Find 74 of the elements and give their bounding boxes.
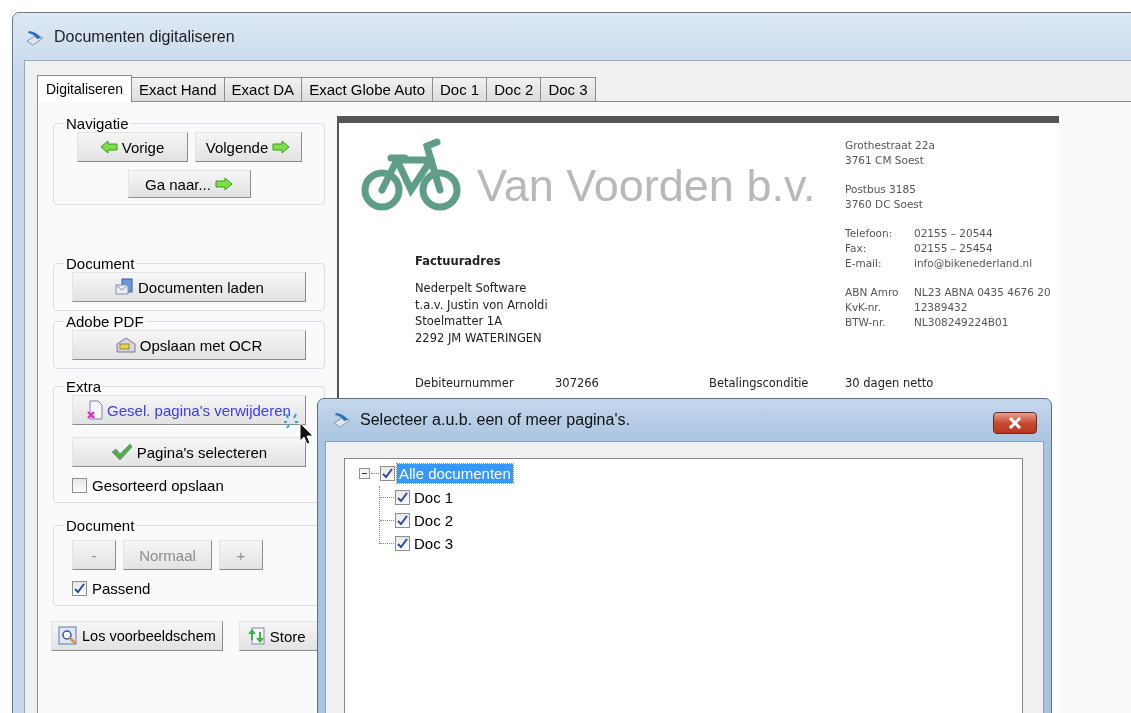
checkbox[interactable] bbox=[395, 513, 410, 528]
detail-value: 30 dagen netto bbox=[845, 376, 934, 390]
close-icon bbox=[1008, 417, 1022, 429]
checkbox[interactable] bbox=[72, 478, 87, 493]
address-line: Stoelmatter 1A bbox=[415, 313, 504, 330]
info-label: ABN Amro bbox=[845, 285, 900, 300]
group-label: Extra bbox=[65, 378, 102, 395]
info-value: 02155 – 25454 bbox=[914, 241, 993, 256]
scanner-icon bbox=[332, 411, 352, 429]
tab[interactable]: Doc 3 bbox=[540, 77, 596, 101]
info-label: E-mail: bbox=[845, 256, 883, 271]
nav-button[interactable]: Volgende bbox=[194, 132, 302, 162]
sender-address-line: Grothestraat 22a bbox=[845, 138, 936, 153]
group-label: Adobe PDF bbox=[65, 313, 145, 330]
window-title: Documenten digitaliseren bbox=[54, 27, 235, 46]
info-label: Fax: bbox=[845, 241, 868, 256]
page-delete-icon bbox=[87, 400, 104, 420]
delete-pages-button[interactable]: Gesel. pagina's verwijderen bbox=[72, 395, 306, 425]
checkmark-icon bbox=[110, 443, 133, 461]
detail-label: Betalingsconditie bbox=[709, 376, 810, 390]
group-label: Navigatie bbox=[65, 115, 130, 132]
group-label: Document bbox=[65, 517, 136, 534]
address-line: Nederpelt Software bbox=[415, 280, 528, 297]
checkbox-label: Passend bbox=[92, 580, 151, 597]
collapse-toggle[interactable] bbox=[359, 468, 370, 479]
address-line: 2292 JM WATERINGEN bbox=[415, 329, 543, 346]
arrow-left-icon bbox=[99, 140, 118, 154]
nav-button[interactable]: Vorige bbox=[76, 132, 188, 162]
info-label: BTW-nr. bbox=[845, 315, 887, 330]
detail-value: 307266 bbox=[555, 376, 600, 390]
address-heading: Factuuradres bbox=[415, 254, 502, 268]
dialog-title: Selecteer a.u.b. een of meer pagina's. bbox=[360, 411, 630, 429]
tab[interactable]: Doc 1 bbox=[432, 77, 488, 101]
select-pages-button[interactable]: Pagina's selecteren bbox=[72, 437, 306, 467]
arrow-right-icon bbox=[214, 177, 233, 191]
go-to-button[interactable]: Ga naar... bbox=[127, 170, 251, 198]
checkbox[interactable] bbox=[72, 581, 87, 596]
group-label: Document bbox=[65, 255, 136, 272]
checkbox[interactable] bbox=[395, 536, 410, 551]
tree-item[interactable]: Doc 2 bbox=[412, 511, 456, 530]
tab[interactable]: Exact Globe Auto bbox=[301, 77, 434, 101]
sender-address-line: 3761 CM Soest bbox=[845, 153, 925, 168]
info-value: 02155 – 20544 bbox=[914, 226, 993, 241]
info-label: Telefoon: bbox=[845, 226, 894, 241]
envelope-icon bbox=[115, 337, 136, 353]
tab[interactable]: Digitaliseren bbox=[37, 75, 133, 102]
tab[interactable]: Exact DA bbox=[223, 77, 303, 101]
load-documents-button[interactable]: Documenten laden bbox=[72, 272, 306, 302]
checkbox[interactable] bbox=[380, 466, 395, 481]
detail-label: Debiteurnummer bbox=[415, 376, 515, 390]
info-value: 12389432 bbox=[914, 300, 968, 315]
tree-item[interactable]: Doc 1 bbox=[412, 488, 456, 507]
info-value: NL23 ABNA 0435 4676 20 bbox=[914, 285, 1051, 300]
magnifier-icon bbox=[58, 626, 78, 646]
cursor-icon bbox=[299, 422, 315, 446]
save-ocr-button[interactable]: Opslaan met OCR bbox=[72, 330, 306, 360]
checkbox-label: Gesorteerd opslaan bbox=[92, 477, 224, 494]
tab[interactable]: Doc 2 bbox=[486, 77, 542, 101]
sync-icon bbox=[245, 626, 266, 646]
scanner-icon bbox=[25, 28, 45, 47]
sender-address-line: 3760 DC Soest bbox=[845, 197, 924, 212]
info-value: info@bikenederland.nl bbox=[914, 256, 1033, 271]
close-button[interactable] bbox=[993, 412, 1037, 434]
info-value: NL308249224B01 bbox=[914, 315, 1009, 330]
arrow-right-icon bbox=[272, 140, 291, 154]
documents-icon bbox=[114, 278, 135, 296]
checkbox[interactable] bbox=[395, 490, 410, 505]
tree-item[interactable]: Doc 3 bbox=[412, 534, 456, 553]
company-name: Van Voorden b.v. bbox=[477, 163, 816, 208]
address-line: t.a.v. Justin von Arnoldi bbox=[415, 296, 549, 313]
sender-address-line: Postbus 3185 bbox=[845, 182, 917, 197]
preview-window-button[interactable]: Los voorbeeldschem bbox=[51, 621, 223, 651]
tab[interactable]: Exact Hand bbox=[131, 77, 225, 101]
info-label: KvK-nr. bbox=[845, 300, 883, 315]
